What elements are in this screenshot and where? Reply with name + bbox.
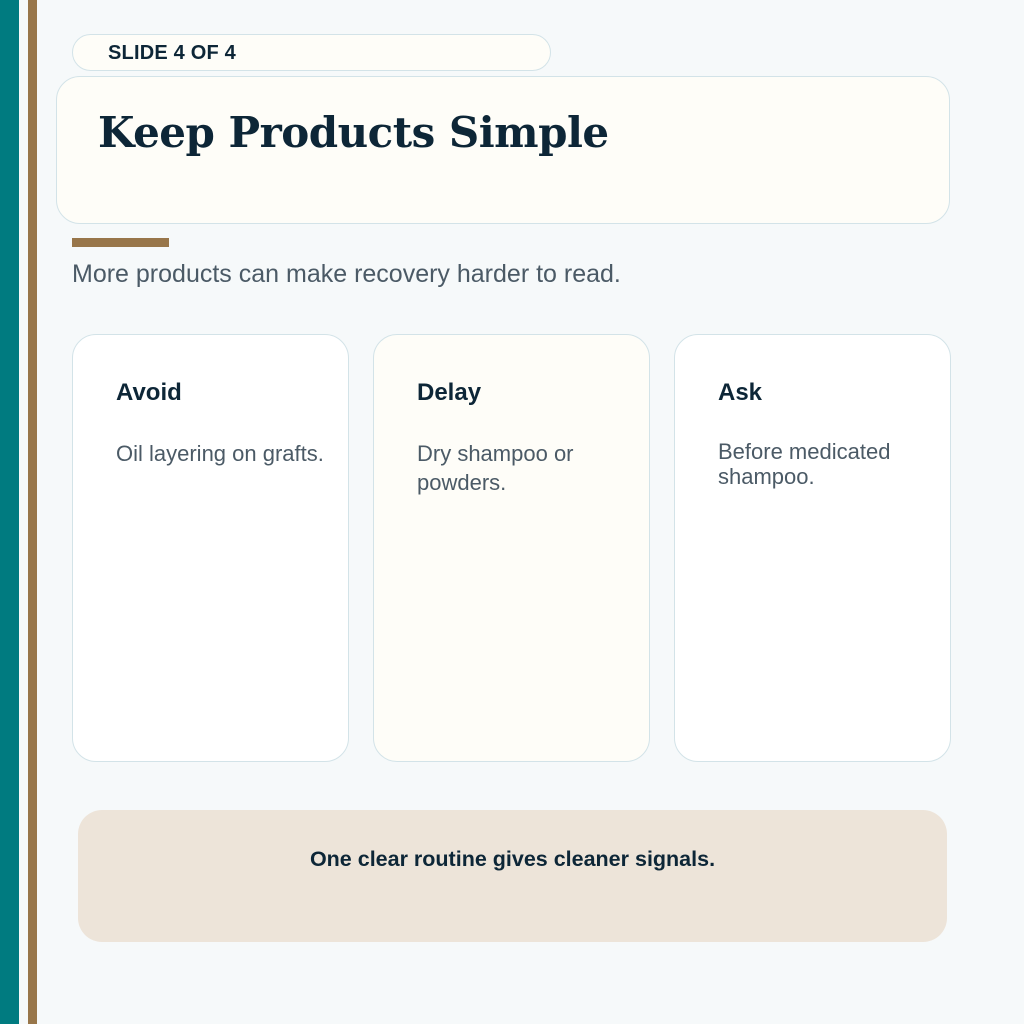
- left-gold-stripe: [28, 0, 37, 1024]
- summary-banner-text: One clear routine gives cleaner signals.: [309, 847, 716, 871]
- left-teal-stripe: [0, 0, 19, 1024]
- card-ask: Ask Before medicated shampoo.: [674, 334, 951, 762]
- card-delay: Delay Dry shampoo or powders.: [373, 334, 650, 762]
- card-heading: Ask: [718, 379, 763, 406]
- card-body: Oil layering on grafts.: [116, 441, 324, 466]
- slide-counter-badge: SLIDE 4 OF 4: [72, 34, 551, 71]
- card-heading: Delay: [417, 379, 482, 406]
- card-avoid: Avoid Oil layering on grafts.: [72, 334, 349, 762]
- slide-counter-text: SLIDE 4 OF 4: [108, 42, 236, 64]
- page-subtitle: More products can make recovery harder t…: [72, 260, 621, 288]
- page-title: Keep Products Simple: [98, 108, 609, 157]
- card-body: Before medicated shampoo.: [718, 439, 891, 489]
- summary-banner: One clear routine gives cleaner signals.: [78, 810, 947, 942]
- card-body: Dry shampoo or powders.: [417, 441, 574, 495]
- card-heading: Avoid: [116, 379, 182, 406]
- accent-divider: [72, 238, 169, 247]
